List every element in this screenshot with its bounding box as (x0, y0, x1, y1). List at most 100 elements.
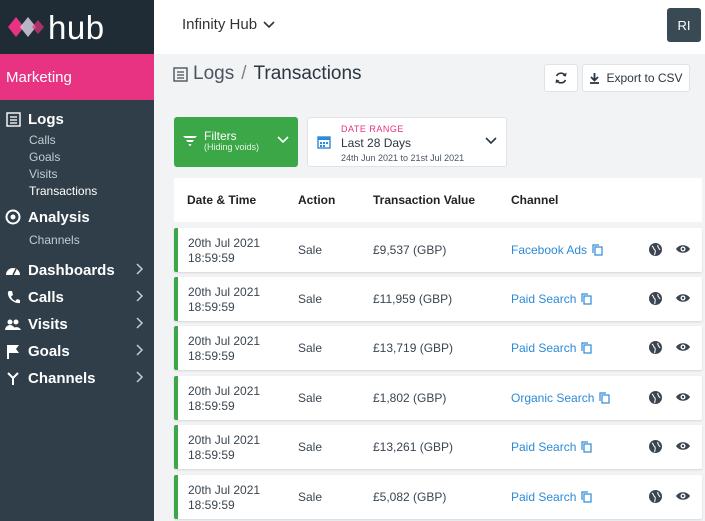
phone-icon (4, 288, 22, 306)
column-header-date[interactable]: Date & Time (187, 193, 256, 207)
row-channel-link[interactable]: Paid Search (511, 292, 592, 306)
page-title: Transactions (253, 63, 362, 84)
eye-icon[interactable] (675, 490, 691, 502)
globe-icon[interactable] (648, 340, 663, 355)
row-channel: Paid Search (511, 292, 577, 306)
eye-icon[interactable] (675, 292, 691, 304)
copy-icon[interactable] (599, 392, 610, 404)
table-row[interactable]: 20th Jul 2021 18:59:59 Sale £13,261 (GBP)… (174, 425, 702, 469)
nav-calls-label: Calls (28, 288, 64, 306)
table-row[interactable]: 20th Jul 2021 18:59:59 Sale £9,537 (GBP) … (174, 228, 702, 272)
nav-dashboards-label: Dashboards (28, 261, 115, 279)
date-range-picker[interactable]: DATE RANGE Last 28 Days 24th Jun 2021 to… (307, 117, 507, 167)
row-datetime: 20th Jul 2021 18:59:59 (188, 334, 260, 364)
copy-icon[interactable] (581, 293, 592, 305)
nav-analysis-label: Analysis (28, 208, 90, 226)
row-datetime: 20th Jul 2021 18:59:59 (188, 236, 260, 266)
row-date: 20th Jul 2021 (188, 433, 261, 447)
breadcrumb-separator: / (241, 63, 247, 84)
row-datetime: 20th Jul 2021 18:59:59 (188, 483, 260, 513)
download-icon (590, 73, 600, 84)
nav-calls[interactable]: Calls (0, 284, 154, 310)
row-channel-link[interactable]: Paid Search (511, 440, 592, 454)
eye-icon[interactable] (675, 341, 691, 353)
sidebar-item-transactions[interactable]: Transactions (0, 183, 154, 200)
row-time: 18:59:59 (188, 300, 235, 314)
table-row[interactable]: 20th Jul 2021 18:59:59 Sale £11,959 (GBP)… (174, 277, 702, 321)
section-marketing[interactable]: Marketing (0, 54, 154, 100)
nav-visits-label: Visits (28, 315, 68, 333)
row-channel-link[interactable]: Facebook Ads (511, 243, 603, 257)
chevron-right-icon (136, 317, 144, 329)
row-channel-link[interactable]: Paid Search (511, 341, 592, 355)
copy-icon[interactable] (592, 244, 603, 256)
eye-icon[interactable] (675, 440, 691, 452)
nav-goals-label: Goals (28, 342, 70, 360)
table-row[interactable]: 20th Jul 2021 18:59:59 Sale £13,719 (GBP)… (174, 326, 702, 370)
row-time: 18:59:59 (188, 448, 235, 462)
row-action: Sale (298, 391, 323, 405)
row-action: Sale (298, 490, 323, 504)
nav-goals[interactable]: Goals (0, 338, 154, 364)
filters-label: Filters (204, 129, 237, 143)
date-range-value: Last 28 Days (341, 136, 412, 150)
copy-icon[interactable] (581, 491, 592, 503)
nav-channels-label: Channels (28, 369, 96, 387)
breadcrumb-parent[interactable]: Logs (193, 63, 234, 85)
row-datetime: 20th Jul 2021 18:59:59 (188, 285, 260, 315)
nav-logs-label: Logs (28, 110, 64, 128)
row-channel: Paid Search (511, 490, 577, 504)
chevron-right-icon (136, 344, 144, 356)
chevron-right-icon (136, 371, 144, 383)
globe-icon[interactable] (648, 489, 663, 504)
table-row[interactable]: 20th Jul 2021 18:59:59 Sale £1,802 (GBP) … (174, 376, 702, 420)
refresh-button[interactable] (544, 64, 578, 92)
copy-icon[interactable] (581, 342, 592, 354)
row-value: £13,719 (GBP) (373, 341, 454, 355)
row-value: £1,802 (GBP) (373, 391, 447, 405)
avatar[interactable]: RI (667, 8, 701, 42)
table-row[interactable]: 20th Jul 2021 18:59:59 Sale £5,082 (GBP) … (174, 475, 702, 519)
nav-visits[interactable]: Visits (0, 311, 154, 337)
dashboard-icon (4, 261, 22, 279)
row-value: £11,959 (GBP) (373, 292, 453, 306)
row-channel-link[interactable]: Organic Search (511, 391, 610, 405)
row-date: 20th Jul 2021 (188, 285, 261, 299)
chevron-down-icon (485, 137, 497, 145)
column-header-channel[interactable]: Channel (511, 193, 558, 207)
chevron-right-icon (136, 263, 144, 275)
sidebar-item-goals[interactable]: Goals (0, 149, 154, 166)
row-date: 20th Jul 2021 (188, 483, 261, 497)
list-icon (173, 66, 188, 82)
globe-icon[interactable] (648, 439, 663, 454)
row-channel: Paid Search (511, 440, 577, 454)
breadcrumb: Logs / Transactions (173, 63, 362, 85)
column-header-value[interactable]: Transaction Value (373, 193, 475, 207)
globe-icon[interactable] (648, 390, 663, 405)
export-csv-button[interactable]: Export to CSV (582, 64, 690, 92)
column-header-action[interactable]: Action (298, 193, 335, 207)
chevron-right-icon (136, 290, 144, 302)
sidebar-item-visits[interactable]: Visits (0, 166, 154, 183)
copy-icon[interactable] (581, 441, 592, 453)
nav-logs[interactable]: Logs (0, 106, 154, 132)
filters-button[interactable]: Filters (Hiding voids) (174, 117, 298, 167)
row-channel: Organic Search (511, 391, 595, 405)
row-channel-link[interactable]: Paid Search (511, 490, 592, 504)
row-action: Sale (298, 292, 323, 306)
sidebar-item-calls[interactable]: Calls (0, 132, 154, 149)
nav-channels[interactable]: Channels (0, 365, 154, 391)
globe-icon[interactable] (648, 242, 663, 257)
row-value: £13,261 (GBP) (373, 440, 454, 454)
logo-text: hub (48, 8, 105, 46)
nav-dashboards[interactable]: Dashboards (0, 257, 154, 283)
row-datetime: 20th Jul 2021 18:59:59 (188, 433, 260, 463)
sidebar-item-channels[interactable]: Channels (0, 232, 154, 249)
row-time: 18:59:59 (188, 498, 235, 512)
nav-analysis[interactable]: Analysis (0, 204, 154, 230)
logo[interactable]: hub (0, 0, 154, 54)
eye-icon[interactable] (675, 243, 691, 255)
workspace-selector[interactable]: Infinity Hub (182, 16, 275, 33)
eye-icon[interactable] (675, 391, 691, 403)
globe-icon[interactable] (648, 291, 663, 306)
